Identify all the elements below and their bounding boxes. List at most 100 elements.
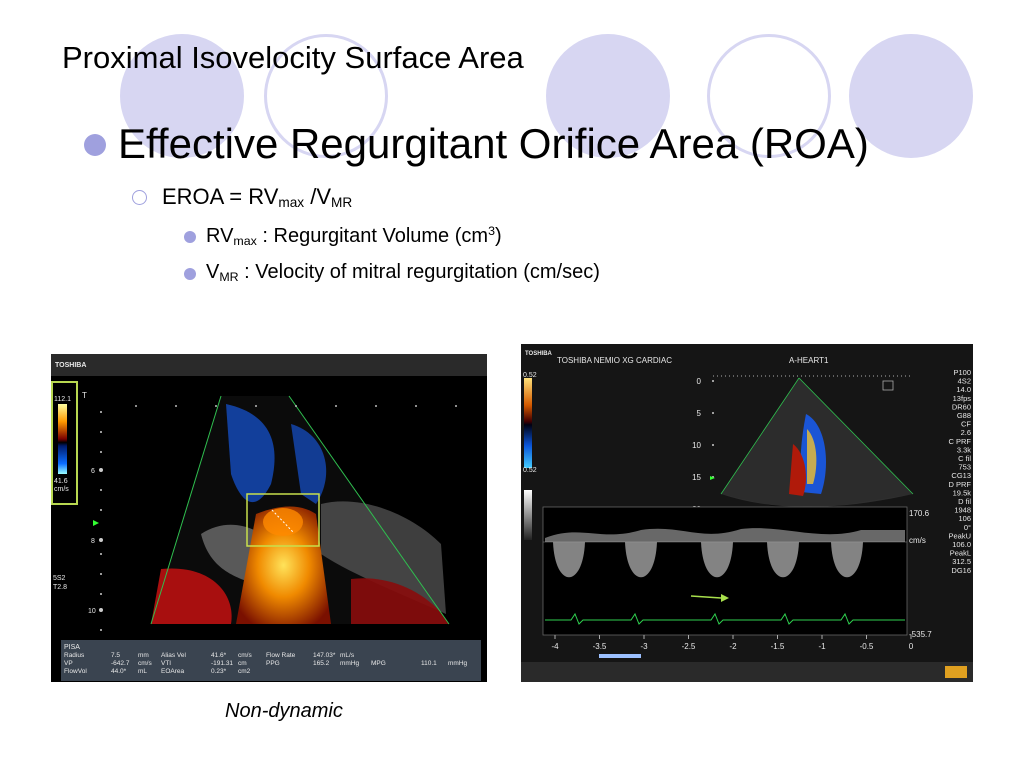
top-bar [51, 354, 487, 376]
pisa-title: PISA [64, 644, 80, 651]
scale-bottom-label: 0.52 [523, 467, 537, 474]
pisa-cell: MPG [371, 660, 386, 667]
doppler-unit-label: cm/s [909, 536, 926, 545]
slide-title: Proximal Isovelocity Surface Area [62, 40, 524, 75]
term-prefix: RV [206, 225, 234, 247]
depth-label: 15 [692, 473, 701, 482]
time-tick-label: -4 [551, 642, 559, 651]
pisa-cell: mmHg [340, 660, 360, 667]
depth-label: 5 [697, 409, 702, 418]
lateral-ruler [135, 405, 457, 407]
pisa-cell: -642.7 [111, 660, 130, 667]
pisa-cell: 147.03* [313, 652, 336, 659]
time-tick-label: -2.5 [682, 642, 696, 651]
focus-marker-icon [93, 520, 99, 526]
term-sub: MR [219, 270, 239, 284]
term-text: : Velocity of mitral regurgitation (cm/s… [238, 261, 600, 283]
pisa-cell: mmHg [448, 660, 468, 667]
term-sup: 3 [488, 224, 495, 238]
time-tick-label: -1.5 [771, 642, 785, 651]
pisa-cell: 7.5 [111, 652, 120, 659]
depth-tick [712, 412, 714, 414]
formula-text: EROA = RVmax /VMR [162, 184, 352, 210]
depth-label: 10 [692, 441, 701, 450]
term-text: : Regurgitant Volume (cm [256, 225, 489, 247]
brand-label: TOSHIBA [525, 351, 553, 357]
time-tick-label: -3.5 [593, 642, 607, 651]
color-scale-bar [524, 378, 532, 468]
pisa-cell: 44.0* [111, 668, 127, 675]
bullet-text: Effective Regurgitant Orifice Area (ROA) [118, 120, 869, 167]
depth-label: 0 [697, 377, 702, 386]
depth-tick [712, 380, 714, 382]
pisa-cell: PPG [266, 660, 280, 667]
bullet-text: VMR : Velocity of mitral regurgitation (… [206, 261, 600, 284]
brand-label: TOSHIBA [55, 362, 86, 369]
pisa-cell: 110.1 [421, 660, 437, 667]
time-tick-label: -3 [640, 642, 648, 651]
pisa-cell: Radius [64, 652, 85, 659]
doppler-top-label: 170.6 [909, 509, 930, 518]
bottom-bar [521, 662, 973, 682]
scale-top-label: 0.52 [523, 372, 537, 379]
bullet-dot-icon [184, 231, 196, 243]
pisa-cell: mm [138, 652, 149, 659]
depth-label-6: 6 [91, 468, 95, 475]
bullet-dot-icon [184, 268, 196, 280]
depth-tick [712, 444, 714, 446]
pisa-cell: mL [138, 668, 147, 675]
pisa-cell: EOArea [161, 668, 185, 675]
param-label: DG16 [951, 566, 971, 575]
bullet-dot-icon [84, 134, 106, 156]
bullet-ring-icon [132, 190, 147, 205]
echo-doppler-svg: TOSHIBA TOSHIBA NEMIO XG CARDIAC A-HEART… [521, 344, 973, 682]
doppler-bottom-label: -535.7 [909, 630, 932, 639]
formula-sub-max: max [278, 195, 305, 210]
pisa-cell: VP [64, 660, 73, 667]
pisa-cell: cm [238, 660, 247, 667]
term-sub: max [233, 234, 257, 248]
pisa-cell: Alias Vel [161, 652, 186, 659]
gray-scale-bar [524, 490, 532, 540]
pisa-cell: Flow Rate [266, 652, 296, 659]
term-suffix: ) [494, 225, 502, 247]
patient-label: A-HEART1 [789, 356, 829, 365]
param-column: P1004S214.013fpsDR60G88CF2.6C PRF3.3kC f… [948, 368, 971, 575]
time-tick-label: -0.5 [860, 642, 874, 651]
depth-label-10: 10 [88, 608, 96, 615]
depth-ruler [99, 411, 103, 631]
formula-sub-mr: MR [331, 195, 353, 210]
echo-pisa-svg: TOSHIBA 112.1 41.6 cm/s T 6 8 10 5S2 T2.… [51, 354, 487, 681]
time-tick-label: -2 [729, 642, 737, 651]
term-prefix: V [206, 261, 220, 283]
probe-label: 5S2 [53, 575, 66, 582]
device-header: TOSHIBA NEMIO XG CARDIAC [557, 356, 672, 365]
marker-t: T [82, 391, 87, 400]
bullet-text: RVmax : Regurgitant Volume (cm3) [206, 224, 502, 248]
echo-doppler-image: TOSHIBA TOSHIBA NEMIO XG CARDIAC A-HEART… [521, 344, 973, 682]
formula-prefix: EROA = RV [162, 184, 279, 209]
formula-mid: /V [304, 184, 332, 209]
pisa-cell: 0.23* [211, 668, 227, 675]
pisa-cell: cm/s [138, 660, 152, 667]
storage-icon [945, 666, 967, 678]
echo-pisa-image: TOSHIBA 112.1 41.6 cm/s T 6 8 10 5S2 T2.… [51, 354, 487, 682]
time-tick-label: 0 [909, 642, 914, 651]
scale-top-label: 112.1 [54, 396, 71, 403]
depth-label-8: 8 [91, 538, 95, 545]
pisa-cell: cm/s [238, 652, 252, 659]
pisa-cell: 165.2 [313, 660, 330, 667]
image-caption: Non-dynamic [225, 700, 343, 722]
scale-bottom-label: 41.6 [54, 478, 68, 485]
scale-unit-label: cm/s [54, 486, 69, 493]
pisa-cell: 41.6* [211, 652, 227, 659]
probe-sub-label: T2.8 [53, 584, 67, 591]
pisa-cell: cm2 [238, 668, 251, 675]
scroll-bar[interactable] [599, 654, 641, 658]
time-tick-label: -1 [818, 642, 826, 651]
pisa-cell: VTI [161, 660, 171, 667]
color-scale-bar [58, 404, 67, 474]
pisa-cell: mL/s [340, 652, 355, 659]
pisa-cell: -191.31 [211, 660, 233, 667]
pisa-cell: FlowVol [64, 668, 87, 675]
